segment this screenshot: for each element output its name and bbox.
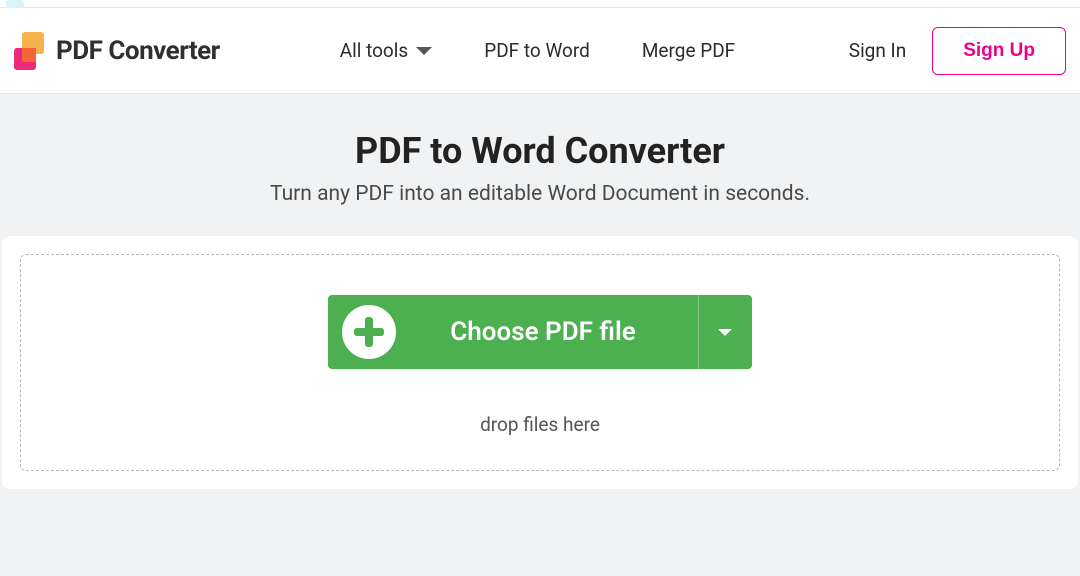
- nav-merge-pdf[interactable]: Merge PDF: [642, 39, 735, 62]
- main-header: PDF Converter All tools PDF to Word Merg…: [0, 8, 1080, 94]
- brand-name: PDF Converter: [56, 36, 220, 66]
- browser-tab-strip: [0, 0, 1080, 8]
- brand-logo-icon: [14, 32, 44, 70]
- nav-merge-pdf-label: Merge PDF: [642, 39, 735, 62]
- choose-file-button[interactable]: Choose PDF file: [328, 295, 697, 369]
- nav-pdf-to-word-label: PDF to Word: [484, 39, 590, 62]
- plus-icon: [342, 305, 396, 359]
- brand[interactable]: PDF Converter: [14, 32, 220, 70]
- sign-up-button[interactable]: Sign Up: [932, 27, 1066, 75]
- chevron-down-icon: [416, 47, 432, 55]
- page-subtitle: Turn any PDF into an editable Word Docum…: [20, 182, 1060, 206]
- drop-hint: drop files here: [41, 413, 1039, 436]
- hero: PDF to Word Converter Turn any PDF into …: [0, 94, 1080, 236]
- nav-all-tools[interactable]: All tools: [340, 39, 432, 62]
- upload-card: Choose PDF file drop files here: [2, 236, 1078, 489]
- sign-in-link[interactable]: Sign In: [849, 39, 906, 62]
- chevron-down-icon: [718, 329, 732, 336]
- page-title: PDF to Word Converter: [20, 130, 1060, 172]
- choose-file-label: Choose PDF file: [450, 317, 635, 347]
- drop-zone[interactable]: Choose PDF file drop files here: [20, 254, 1060, 471]
- nav-links: All tools PDF to Word Merge PDF: [340, 39, 735, 62]
- choose-file-dropdown[interactable]: [698, 295, 752, 369]
- choose-file-group: Choose PDF file: [328, 295, 751, 369]
- auth-area: Sign In Sign Up: [849, 27, 1066, 75]
- nav-all-tools-label: All tools: [340, 39, 408, 62]
- nav-pdf-to-word[interactable]: PDF to Word: [484, 39, 590, 62]
